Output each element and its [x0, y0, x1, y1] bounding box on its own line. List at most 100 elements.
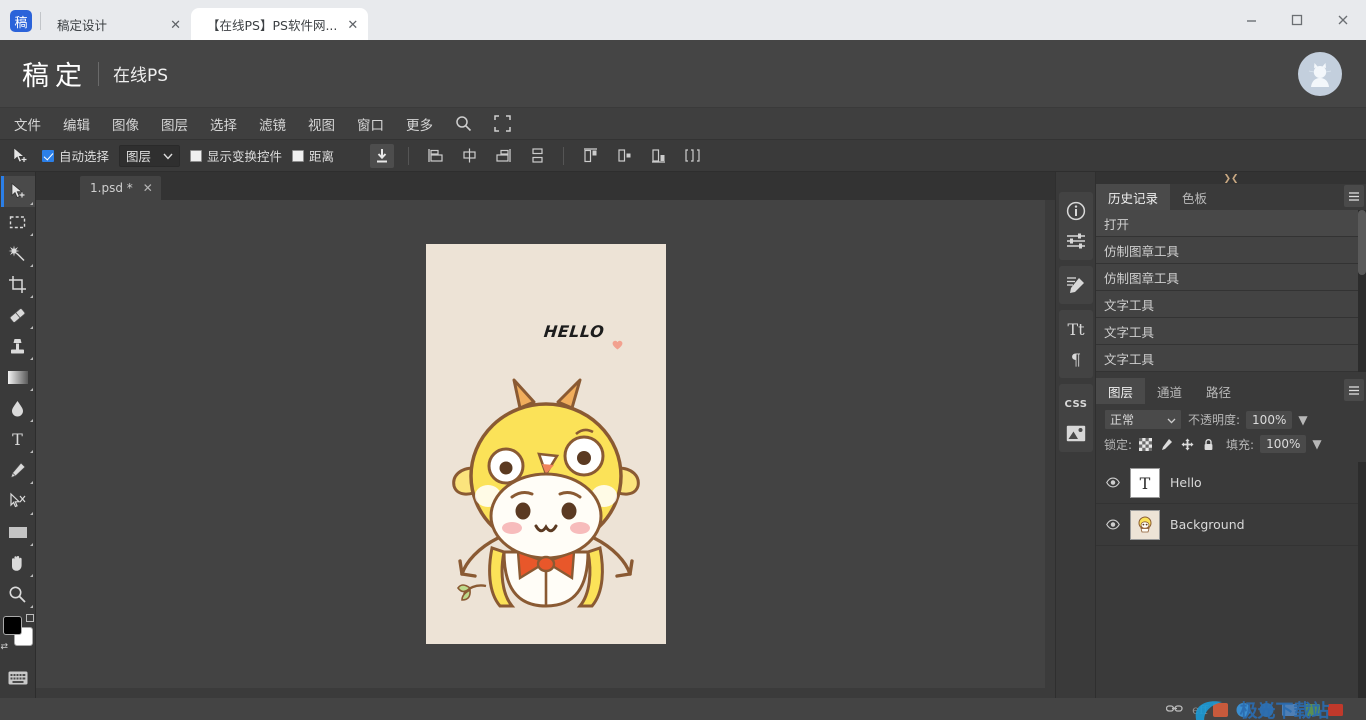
menu-item-view[interactable]: 视图	[308, 114, 335, 134]
gradient-tool[interactable]	[1, 362, 35, 393]
info-icon[interactable]	[1059, 196, 1093, 226]
canvas-hello-text[interactable]: HELLO	[543, 322, 605, 341]
magic-wand-tool[interactable]	[1, 238, 35, 269]
eraser-tool[interactable]	[1, 300, 35, 331]
adjustments-icon[interactable]	[1059, 226, 1093, 256]
browser-tab-2[interactable]: 【在线PS】PS软件网... ✕	[191, 8, 369, 40]
canvas-vertical-scrollbar[interactable]	[1045, 200, 1055, 698]
tab-paths[interactable]: 路径	[1194, 378, 1243, 404]
menu-item-layer[interactable]: 图层	[161, 114, 188, 134]
align-top-icon[interactable]	[578, 144, 602, 168]
layer-visibility-eye-icon[interactable]	[1106, 518, 1120, 532]
layer-row[interactable]: Background	[1096, 504, 1366, 546]
fill-dropdown-arrow-icon[interactable]: ▼	[1312, 437, 1321, 451]
history-item[interactable]: 仿制图章工具	[1096, 237, 1366, 264]
lock-position-icon[interactable]	[1180, 437, 1195, 452]
css-icon[interactable]: CSS	[1059, 388, 1093, 418]
distance-checkbox[interactable]: 距离	[292, 146, 334, 165]
default-colors-icon[interactable]	[25, 614, 34, 622]
menu-item-file[interactable]: 文件	[14, 114, 41, 134]
browser-tab-1-close-icon[interactable]: ✕	[170, 18, 181, 31]
tab-history[interactable]: 历史记录	[1096, 184, 1171, 210]
align-left-icon[interactable]	[423, 144, 447, 168]
search-icon[interactable]	[455, 115, 472, 132]
history-item[interactable]: 打开	[1096, 210, 1366, 237]
layer-name[interactable]: Background	[1170, 517, 1245, 532]
download-icon[interactable]	[370, 143, 395, 168]
align-right-icon[interactable]	[491, 144, 515, 168]
crop-tool[interactable]	[1, 269, 35, 300]
layer-thumbnail[interactable]: T	[1130, 467, 1160, 498]
window-maximize-button[interactable]	[1274, 0, 1320, 40]
swap-colors-icon[interactable]: ⇄	[1, 641, 9, 652]
layer-name[interactable]: Hello	[1170, 475, 1202, 490]
layer-thumbnail[interactable]	[1130, 509, 1160, 540]
foreground-color-swatch[interactable]	[2, 616, 22, 635]
paragraph-icon[interactable]: ¶	[1059, 344, 1093, 374]
history-scrollbar[interactable]	[1358, 210, 1366, 372]
avatar[interactable]	[1298, 51, 1342, 96]
fullscreen-icon[interactable]	[494, 115, 511, 132]
history-item[interactable]: 文字工具	[1096, 345, 1366, 372]
path-select-tool[interactable]	[1, 486, 35, 517]
canvas-horizontal-scrollbar[interactable]	[36, 688, 1045, 698]
auto-select-target-dropdown[interactable]: 图层	[119, 144, 181, 167]
blur-tool[interactable]	[1, 393, 35, 424]
layers-scrollbar[interactable]	[1358, 462, 1366, 698]
lock-image-icon[interactable]	[1159, 437, 1174, 452]
align-center-h-icon[interactable]	[457, 144, 481, 168]
type-tool[interactable]: T	[1, 424, 35, 455]
history-item[interactable]: 仿制图章工具	[1096, 264, 1366, 291]
lock-transparency-icon[interactable]	[1138, 437, 1153, 452]
browser-tab-1[interactable]: 稿定设计 ✕	[41, 8, 191, 40]
tab-layers[interactable]: 图层	[1096, 378, 1146, 404]
keyboard-icon[interactable]	[1, 662, 35, 693]
document-tab-close-icon[interactable]: ✕	[143, 181, 153, 195]
browser-tab-2-close-icon[interactable]: ✕	[347, 18, 358, 31]
window-minimize-button[interactable]	[1228, 0, 1274, 40]
zoom-tool[interactable]	[1, 579, 35, 610]
color-swatches[interactable]: ⇄	[1, 614, 35, 654]
document-tab[interactable]: 1.psd * ✕	[80, 176, 161, 200]
brush-settings-icon[interactable]	[1059, 270, 1093, 300]
history-panel-menu-icon[interactable]	[1344, 185, 1364, 207]
window-close-button[interactable]	[1320, 0, 1366, 40]
hand-tool[interactable]	[1, 548, 35, 579]
character-icon[interactable]: Tt	[1059, 314, 1093, 344]
fill-value[interactable]: 100%	[1260, 435, 1307, 453]
history-list[interactable]: 打开 仿制图章工具 仿制图章工具 文字工具 文字工具 文字工具	[1096, 210, 1366, 372]
menu-item-image[interactable]: 图像	[112, 114, 139, 134]
distance-check-box-icon[interactable]	[292, 149, 305, 162]
blend-mode-dropdown[interactable]: 正常	[1104, 409, 1182, 430]
opacity-value[interactable]: 100%	[1246, 410, 1293, 429]
artboard[interactable]: HELLO	[425, 244, 666, 644]
menu-item-edit[interactable]: 编辑	[63, 114, 90, 134]
image-icon[interactable]	[1059, 418, 1093, 448]
menu-item-select[interactable]: 选择	[210, 114, 237, 134]
move-tool[interactable]	[0, 176, 35, 207]
marquee-tool[interactable]	[1, 207, 35, 238]
menu-item-window[interactable]: 窗口	[357, 114, 384, 134]
show-transform-checkbox[interactable]: 显示变换控件	[190, 146, 282, 165]
history-panel-collapse-handle[interactable]: ❯❮	[1096, 172, 1366, 184]
opacity-dropdown-arrow-icon[interactable]: ▼	[1298, 413, 1307, 427]
pen-tool[interactable]	[1, 455, 35, 486]
layers-panel-menu-icon[interactable]	[1344, 379, 1364, 401]
menu-item-more[interactable]: 更多	[406, 114, 433, 134]
auto-select-check-box-icon[interactable]	[42, 149, 54, 162]
auto-select-checkbox[interactable]: 自动选择	[42, 146, 109, 165]
history-item[interactable]: 文字工具	[1096, 291, 1366, 318]
tab-channels[interactable]: 通道	[1145, 378, 1194, 404]
distribute-v-icon[interactable]	[525, 144, 549, 168]
menu-item-filter[interactable]: 滤镜	[259, 114, 286, 134]
align-middle-v-icon[interactable]	[612, 144, 636, 168]
lock-all-icon[interactable]	[1201, 437, 1216, 452]
layer-row[interactable]: T Hello	[1096, 462, 1366, 504]
layer-visibility-eye-icon[interactable]	[1106, 476, 1120, 490]
canvas-area[interactable]: HELLO	[36, 200, 1055, 698]
show-transform-check-box-icon[interactable]	[190, 149, 203, 162]
clone-stamp-tool[interactable]	[1, 331, 35, 362]
layers-list[interactable]: T Hello Background	[1096, 462, 1366, 698]
shape-tool[interactable]	[1, 517, 35, 548]
tab-swatches[interactable]: 色板	[1170, 184, 1219, 210]
